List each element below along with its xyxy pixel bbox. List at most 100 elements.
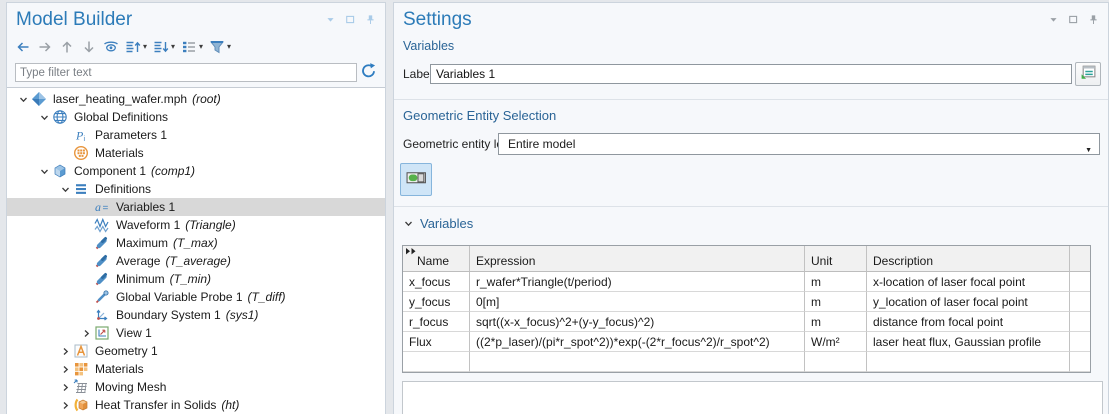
show-button[interactable] — [103, 39, 119, 55]
settings-panel: Settings Variables Label: Geometric Enti… — [393, 2, 1109, 414]
tree-item[interactable]: Waveform 1(Triangle) — [7, 216, 385, 234]
tree-item[interactable]: Materials — [7, 360, 385, 378]
tree-filter-input[interactable] — [15, 63, 357, 82]
chevron-right-icon[interactable] — [57, 401, 73, 410]
column-header-description[interactable]: Description — [867, 246, 1070, 272]
tree-item-tag: (T_average) — [165, 254, 230, 268]
chevron-right-icon[interactable] — [78, 329, 94, 338]
chevron-down-icon[interactable] — [15, 95, 31, 104]
tree-item[interactable]: Minimum(T_min) — [7, 270, 385, 288]
cell-expression[interactable] — [470, 352, 805, 372]
chevron-down-icon[interactable] — [404, 219, 413, 228]
cell-expression[interactable]: ((2*p_laser)/(pi*r_spot^2))*exp(-(2*r_fo… — [470, 332, 805, 352]
tree-item-label: Global Variable Probe 1 — [116, 290, 243, 304]
go-back-button[interactable] — [15, 39, 31, 55]
table-empty-area — [402, 381, 1103, 414]
cell-unit[interactable]: m — [805, 312, 867, 332]
pin-icon[interactable] — [365, 14, 376, 25]
restore-icon[interactable] — [345, 14, 356, 25]
cell-spacer — [1070, 292, 1090, 312]
cell-name[interactable]: Flux — [403, 332, 470, 352]
cell-name[interactable]: r_focus — [403, 312, 470, 332]
list-up-icon — [125, 39, 141, 55]
refresh-icon[interactable] — [360, 62, 378, 80]
tree-item[interactable]: View 1 — [7, 324, 385, 342]
cell-description[interactable]: y_location of laser focal point — [867, 292, 1070, 312]
tree-item[interactable]: Component 1(comp1) — [7, 162, 385, 180]
list-down-icon — [153, 39, 169, 55]
chevron-down-icon[interactable] — [325, 14, 336, 25]
column-header-name[interactable]: Name — [403, 246, 470, 272]
materials-icon — [73, 361, 89, 377]
table-row: r_focussqrt((x-x_focus)^2+(y-y_focus)^2)… — [403, 312, 1090, 332]
cell-expression[interactable]: 0[m] — [470, 292, 805, 312]
arrow-up-icon — [59, 39, 75, 55]
chevron-right-icon[interactable] — [57, 383, 73, 392]
waveform-icon — [94, 217, 110, 233]
chevron-down-icon[interactable] — [57, 185, 73, 194]
table-row — [403, 352, 1090, 372]
column-header-expression[interactable]: Expression — [470, 246, 805, 272]
dropdown-caret-icon[interactable]: ▾ — [227, 43, 231, 51]
tree-item[interactable]: laser_heating_wafer.mph(root) — [7, 90, 385, 108]
tree-item[interactable]: a=Variables 1 — [7, 198, 385, 216]
cell-name[interactable]: x_focus — [403, 272, 470, 292]
cell-description[interactable] — [867, 352, 1070, 372]
entity-level-select[interactable]: Entire model ▼ — [498, 133, 1100, 155]
tree-item[interactable]: Materials — [7, 144, 385, 162]
table-row: Flux((2*p_laser)/(pi*r_spot^2))*exp(-(2*… — [403, 332, 1090, 352]
chevron-down-icon[interactable] — [36, 113, 52, 122]
tree-item[interactable]: Boundary System 1(sys1) — [7, 306, 385, 324]
expand-all-button[interactable]: ▾ — [125, 39, 147, 55]
collapse-all-button[interactable]: ▾ — [153, 39, 175, 55]
probe-icon — [94, 253, 110, 269]
cell-unit[interactable]: m — [805, 292, 867, 312]
move-down-button[interactable] — [81, 39, 97, 55]
tree-item[interactable]: PiParameters 1 — [7, 126, 385, 144]
dropdown-caret-icon[interactable]: ▾ — [143, 43, 147, 51]
chevron-right-icon[interactable] — [57, 347, 73, 356]
cell-description[interactable]: laser heat flux, Gaussian profile — [867, 332, 1070, 352]
tree-item[interactable]: Global Definitions — [7, 108, 385, 126]
cell-name[interactable]: y_focus — [403, 292, 470, 312]
tree-item[interactable]: Geometry 1 — [7, 342, 385, 360]
label-input[interactable] — [430, 64, 1072, 84]
column-header-spacer — [1070, 246, 1090, 272]
model-tree-node-text-button[interactable]: ▾ — [181, 39, 203, 55]
chevron-right-icon[interactable] — [57, 365, 73, 374]
cell-expression[interactable]: r_wafer*Triangle(t/period) — [470, 272, 805, 292]
sort-rows-icon[interactable] — [406, 248, 417, 255]
tree-item[interactable]: Heat Transfer in Solids(ht) — [7, 396, 385, 414]
chevron-down-icon[interactable] — [36, 167, 52, 176]
tree-item[interactable]: Maximum(T_max) — [7, 234, 385, 252]
application-window: Model Builder ▾ ▾ ▾ ▾ laser_heating_wafer.m… — [0, 0, 1109, 414]
svg-text:=: = — [103, 203, 109, 214]
move-up-button[interactable] — [59, 39, 75, 55]
model-builder-title: Model Builder — [16, 9, 132, 31]
cell-description[interactable]: x-location of laser focal point — [867, 272, 1070, 292]
tree-item[interactable]: Definitions — [7, 180, 385, 198]
tree-item[interactable]: Global Variable Probe 1(T_diff) — [7, 288, 385, 306]
cell-expression[interactable]: sqrt((x-x_focus)^2+(y-y_focus)^2) — [470, 312, 805, 332]
active-toggle-button[interactable] — [400, 163, 432, 196]
cell-unit[interactable]: W/m² — [805, 332, 867, 352]
column-header-unit[interactable]: Unit — [805, 246, 867, 272]
filter-button[interactable]: ▾ — [209, 39, 231, 55]
chevron-down-icon[interactable] — [1048, 14, 1059, 25]
cell-name[interactable] — [403, 352, 470, 372]
cell-description[interactable]: distance from focal point — [867, 312, 1070, 332]
go-forward-button[interactable] — [37, 39, 53, 55]
cell-unit[interactable] — [805, 352, 867, 372]
dropdown-caret-icon[interactable]: ▾ — [171, 43, 175, 51]
tree-item[interactable]: Moving Mesh — [7, 378, 385, 396]
cell-unit[interactable]: m — [805, 272, 867, 292]
tree-item-tag: (T_min) — [170, 272, 211, 286]
dropdown-caret-icon[interactable]: ▾ — [199, 43, 203, 51]
tree-item[interactable]: Average(T_average) — [7, 252, 385, 270]
rename-form-button[interactable] — [1075, 62, 1101, 86]
tree-item-label: Maximum — [116, 236, 168, 250]
tree-item-label: Heat Transfer in Solids — [95, 398, 216, 412]
pin-icon[interactable] — [1088, 14, 1099, 25]
table-row: y_focus0[m]my_location of laser focal po… — [403, 292, 1090, 312]
restore-icon[interactable] — [1068, 14, 1079, 25]
